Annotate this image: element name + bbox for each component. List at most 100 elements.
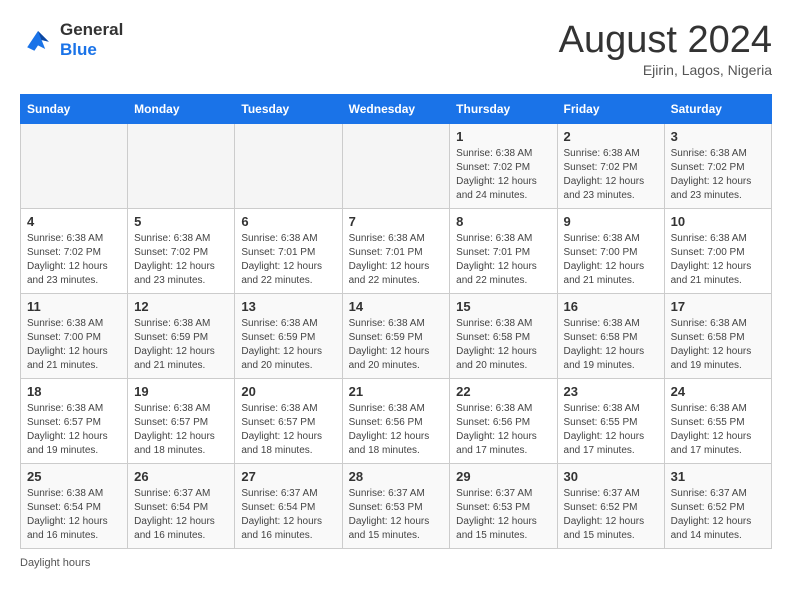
day-number: 28 [349, 469, 444, 484]
title-area: August 2024 Ejirin, Lagos, Nigeria [559, 20, 772, 78]
calendar-cell: 11Sunrise: 6:38 AMSunset: 7:00 PMDayligh… [21, 293, 128, 378]
daylight-label: Daylight hours [20, 557, 90, 569]
day-info: Sunrise: 6:38 AMSunset: 6:58 PMDaylight:… [671, 317, 765, 373]
day-info: Sunrise: 6:37 AMSunset: 6:54 PMDaylight:… [134, 487, 228, 543]
day-info: Sunrise: 6:38 AMSunset: 6:56 PMDaylight:… [349, 402, 444, 458]
day-number: 7 [349, 214, 444, 229]
weekday-friday: Friday [557, 94, 664, 123]
calendar-cell: 16 Sunrise: 6:38 AMSunset: 6:58 PMDayligh… [557, 293, 664, 378]
day-number: 3 [671, 129, 765, 144]
day-info: Sunrise: 6:38 AMSunset: 7:02 PMDaylight:… [671, 147, 765, 203]
day-number: 9 [564, 214, 658, 229]
day-number: 8 [456, 214, 550, 229]
day-info: Sunrise: 6:38 AMSunset: 6:55 PMDaylight:… [564, 402, 658, 458]
day-info: Sunrise: 6:38 AMSunset: 7:02 PMDaylight:… [564, 147, 658, 203]
day-info: Sunrise: 6:38 AMSunset: 7:01 PMDaylight:… [456, 232, 550, 288]
day-number: 4 [27, 214, 121, 229]
day-info: Sunrise: 6:37 AMSunset: 6:53 PMDaylight:… [456, 487, 550, 543]
calendar-table: SundayMondayTuesdayWednesdayThursdayFrid… [20, 94, 772, 549]
day-number: 24 [671, 384, 765, 399]
calendar-cell: 4 Sunrise: 6:38 AMSunset: 7:02 PMDaylight… [21, 208, 128, 293]
day-info: Sunrise: 6:38 AMSunset: 6:57 PMDaylight:… [27, 402, 121, 458]
calendar-cell [128, 123, 235, 208]
day-info: Sunrise: 6:38 AMSunset: 6:58 PMDaylight:… [564, 317, 658, 373]
weekday-thursday: Thursday [450, 94, 557, 123]
calendar-cell: 23 Sunrise: 6:38 AMSunset: 6:55 PMDayligh… [557, 378, 664, 463]
day-number: 17 [671, 299, 765, 314]
calendar-cell: 2 Sunrise: 6:38 AMSunset: 7:02 PMDaylight… [557, 123, 664, 208]
day-number: 2 [564, 129, 658, 144]
day-info: Sunrise: 6:38 AMSunset: 7:00 PMDaylight:… [671, 232, 765, 288]
weekday-tuesday: Tuesday [235, 94, 342, 123]
calendar-cell: 21 Sunrise: 6:38 AMSunset: 6:56 PMDayligh… [342, 378, 450, 463]
day-number: 14 [349, 299, 444, 314]
week-row-1: 1 Sunrise: 6:38 AMSunset: 7:02 PMDaylight… [21, 123, 772, 208]
day-number: 20 [241, 384, 335, 399]
day-number: 25 [27, 469, 121, 484]
calendar-cell: 13Sunrise: 6:38 AMSunset: 6:59 PMDayligh… [235, 293, 342, 378]
calendar-cell: 6Sunrise: 6:38 AMSunset: 7:01 PMDaylight… [235, 208, 342, 293]
day-number: 31 [671, 469, 765, 484]
calendar-cell: 10 Sunrise: 6:38 AMSunset: 7:00 PMDayligh… [664, 208, 771, 293]
day-number: 26 [134, 469, 228, 484]
day-number: 1 [456, 129, 550, 144]
day-info: Sunrise: 6:37 AMSunset: 6:53 PMDaylight:… [349, 487, 444, 543]
calendar-cell: 30 Sunrise: 6:37 AMSunset: 6:52 PMDayligh… [557, 463, 664, 548]
day-number: 5 [134, 214, 228, 229]
day-info: Sunrise: 6:38 AMSunset: 7:00 PMDaylight:… [564, 232, 658, 288]
calendar-cell: 25Sunrise: 6:38 AMSunset: 6:54 PMDayligh… [21, 463, 128, 548]
calendar-cell: 12Sunrise: 6:38 AMSunset: 6:59 PMDayligh… [128, 293, 235, 378]
day-number: 10 [671, 214, 765, 229]
day-number: 15 [456, 299, 550, 314]
day-info: Sunrise: 6:38 AMSunset: 6:59 PMDaylight:… [134, 317, 228, 373]
calendar-cell: 27 Sunrise: 6:37 AMSunset: 6:54 PMDayligh… [235, 463, 342, 548]
week-row-4: 18 Sunrise: 6:38 AMSunset: 6:57 PMDayligh… [21, 378, 772, 463]
day-info: Sunrise: 6:38 AMSunset: 6:56 PMDaylight:… [456, 402, 550, 458]
calendar-cell: 1 Sunrise: 6:38 AMSunset: 7:02 PMDaylight… [450, 123, 557, 208]
day-info: Sunrise: 6:38 AMSunset: 7:02 PMDaylight:… [27, 232, 121, 288]
calendar-cell: 31Sunrise: 6:37 AMSunset: 6:52 PMDayligh… [664, 463, 771, 548]
calendar-cell: 24Sunrise: 6:38 AMSunset: 6:55 PMDayligh… [664, 378, 771, 463]
day-number: 16 [564, 299, 658, 314]
calendar-cell: 7 Sunrise: 6:38 AMSunset: 7:01 PMDaylight… [342, 208, 450, 293]
day-number: 11 [27, 299, 121, 314]
day-info: Sunrise: 6:38 AMSunset: 7:02 PMDaylight:… [456, 147, 550, 203]
weekday-header-row: SundayMondayTuesdayWednesdayThursdayFrid… [21, 94, 772, 123]
day-number: 19 [134, 384, 228, 399]
day-info: Sunrise: 6:38 AMSunset: 7:01 PMDaylight:… [349, 232, 444, 288]
header: General Blue August 2024 Ejirin, Lagos, … [20, 20, 772, 78]
weekday-sunday: Sunday [21, 94, 128, 123]
weekday-wednesday: Wednesday [342, 94, 450, 123]
logo-icon [20, 22, 56, 58]
day-info: Sunrise: 6:37 AMSunset: 6:52 PMDaylight:… [564, 487, 658, 543]
calendar-cell: 14 Sunrise: 6:38 AMSunset: 6:59 PMDayligh… [342, 293, 450, 378]
weekday-monday: Monday [128, 94, 235, 123]
calendar-cell: 20 Sunrise: 6:38 AMSunset: 6:57 PMDayligh… [235, 378, 342, 463]
day-info: Sunrise: 6:38 AMSunset: 6:58 PMDaylight:… [456, 317, 550, 373]
day-info: Sunrise: 6:38 AMSunset: 6:57 PMDaylight:… [241, 402, 335, 458]
calendar-cell [21, 123, 128, 208]
day-number: 23 [564, 384, 658, 399]
day-number: 30 [564, 469, 658, 484]
week-row-2: 4 Sunrise: 6:38 AMSunset: 7:02 PMDaylight… [21, 208, 772, 293]
calendar-cell: 5 Sunrise: 6:38 AMSunset: 7:02 PMDaylight… [128, 208, 235, 293]
day-info: Sunrise: 6:37 AMSunset: 6:54 PMDaylight:… [241, 487, 335, 543]
logo-text: General Blue [60, 20, 123, 59]
calendar-cell [342, 123, 450, 208]
day-number: 18 [27, 384, 121, 399]
day-info: Sunrise: 6:38 AMSunset: 6:57 PMDaylight:… [134, 402, 228, 458]
day-number: 29 [456, 469, 550, 484]
calendar-cell [235, 123, 342, 208]
calendar-cell: 17 Sunrise: 6:38 AMSunset: 6:58 PMDayligh… [664, 293, 771, 378]
calendar-cell: 8 Sunrise: 6:38 AMSunset: 7:01 PMDaylight… [450, 208, 557, 293]
calendar-cell: 9 Sunrise: 6:38 AMSunset: 7:00 PMDaylight… [557, 208, 664, 293]
footer: Daylight hours [20, 557, 772, 569]
day-number: 21 [349, 384, 444, 399]
week-row-3: 11Sunrise: 6:38 AMSunset: 7:00 PMDayligh… [21, 293, 772, 378]
weekday-saturday: Saturday [664, 94, 771, 123]
day-number: 27 [241, 469, 335, 484]
day-info: Sunrise: 6:38 AMSunset: 7:02 PMDaylight:… [134, 232, 228, 288]
calendar-cell: 18 Sunrise: 6:38 AMSunset: 6:57 PMDayligh… [21, 378, 128, 463]
day-info: Sunrise: 6:38 AMSunset: 6:59 PMDaylight:… [349, 317, 444, 373]
week-row-5: 25Sunrise: 6:38 AMSunset: 6:54 PMDayligh… [21, 463, 772, 548]
